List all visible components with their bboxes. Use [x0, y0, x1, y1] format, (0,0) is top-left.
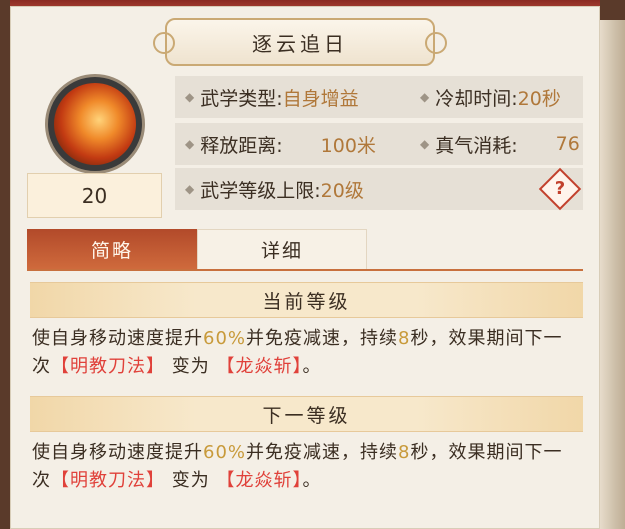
skill-title: 逐云追日: [252, 31, 348, 56]
skill-link-longyan[interactable]: 【龙焱斩】: [216, 470, 302, 491]
energy-label: 真气消耗:: [435, 134, 518, 157]
skill-type-cell: ◆ 武学类型: 自身增益: [185, 84, 359, 111]
skill-link-mingjiao[interactable]: 【明教刀法】: [51, 356, 165, 377]
cooldown-value: 20秒: [517, 87, 561, 110]
max-level-label: 武学等级上限:: [200, 179, 321, 202]
cooldown-label: 冷却时间:: [435, 87, 518, 110]
duration-seconds: 8: [398, 328, 411, 349]
skill-type-value: 自身增益: [282, 87, 359, 110]
bullet-dot-icon: ◆: [420, 137, 430, 151]
skill-level-value: 20: [81, 183, 108, 208]
next-level-description: 使自身移动速度提升60%并免疫减速，持续8秒，效果期间下一次【明教刀法】 变为 …: [32, 439, 580, 495]
skill-level-box: 20: [27, 173, 162, 218]
right-scroll-edge: [600, 20, 625, 529]
range-value: 100米: [320, 134, 376, 157]
bullet-dot-icon: ◆: [185, 137, 195, 151]
energy-cell: ◆ 真气消耗: 76: [420, 131, 580, 158]
info-row-max-level: ◆ 武学等级上限: 20级: [175, 168, 583, 210]
desc-text: 变为: [171, 356, 210, 377]
bullet-dot-icon: ◆: [185, 182, 195, 196]
desc-text: 并免疫减速，持续: [246, 328, 399, 349]
current-level-header: 当前等级: [30, 282, 583, 318]
max-level-value: 20级: [320, 179, 364, 202]
bullet-dot-icon: ◆: [185, 90, 195, 104]
range-cell: ◆ 释放距离: 100米: [185, 131, 376, 158]
duration-seconds: 8: [398, 442, 411, 463]
skill-link-longyan[interactable]: 【龙焱斩】: [216, 356, 302, 377]
max-level-cell: ◆ 武学等级上限: 20级: [185, 176, 364, 203]
desc-text: 变为: [171, 470, 210, 491]
desc-text: 使自身移动速度提升: [32, 442, 203, 463]
info-row-range-energy: ◆ 释放距离: 100米 ◆ 真气消耗: 76: [175, 123, 583, 165]
desc-text: 使自身移动速度提升: [32, 328, 203, 349]
energy-value: 76: [555, 133, 580, 155]
skill-link-mingjiao[interactable]: 【明教刀法】: [51, 470, 165, 491]
skill-icon-frame[interactable]: [45, 74, 145, 174]
next-level-header: 下一等级: [30, 396, 583, 432]
speed-percent: 60%: [203, 328, 247, 349]
help-glyph: ?: [554, 178, 566, 199]
title-plate: 逐云追日: [153, 18, 447, 66]
skill-type-label: 武学类型:: [200, 87, 283, 110]
desc-text: 。: [302, 470, 322, 491]
flame-skill-icon: [54, 83, 136, 165]
range-label: 释放距离:: [200, 134, 283, 157]
bullet-dot-icon: ◆: [420, 90, 430, 104]
detail-tab-bar: 简略 详细: [27, 229, 583, 271]
tab-detail[interactable]: 详细: [197, 229, 367, 269]
desc-text: 并免疫减速，持续: [246, 442, 399, 463]
info-row-type-cooldown: ◆ 武学类型: 自身增益 ◆ 冷却时间: 20秒: [175, 76, 583, 118]
desc-text: 。: [302, 356, 322, 377]
speed-percent: 60%: [203, 442, 247, 463]
cooldown-cell: ◆ 冷却时间: 20秒: [420, 84, 561, 111]
current-level-description: 使自身移动速度提升60%并免疫减速，持续8秒，效果期间下一次【明教刀法】 变为 …: [32, 325, 580, 381]
tab-brief[interactable]: 简略: [27, 229, 197, 269]
